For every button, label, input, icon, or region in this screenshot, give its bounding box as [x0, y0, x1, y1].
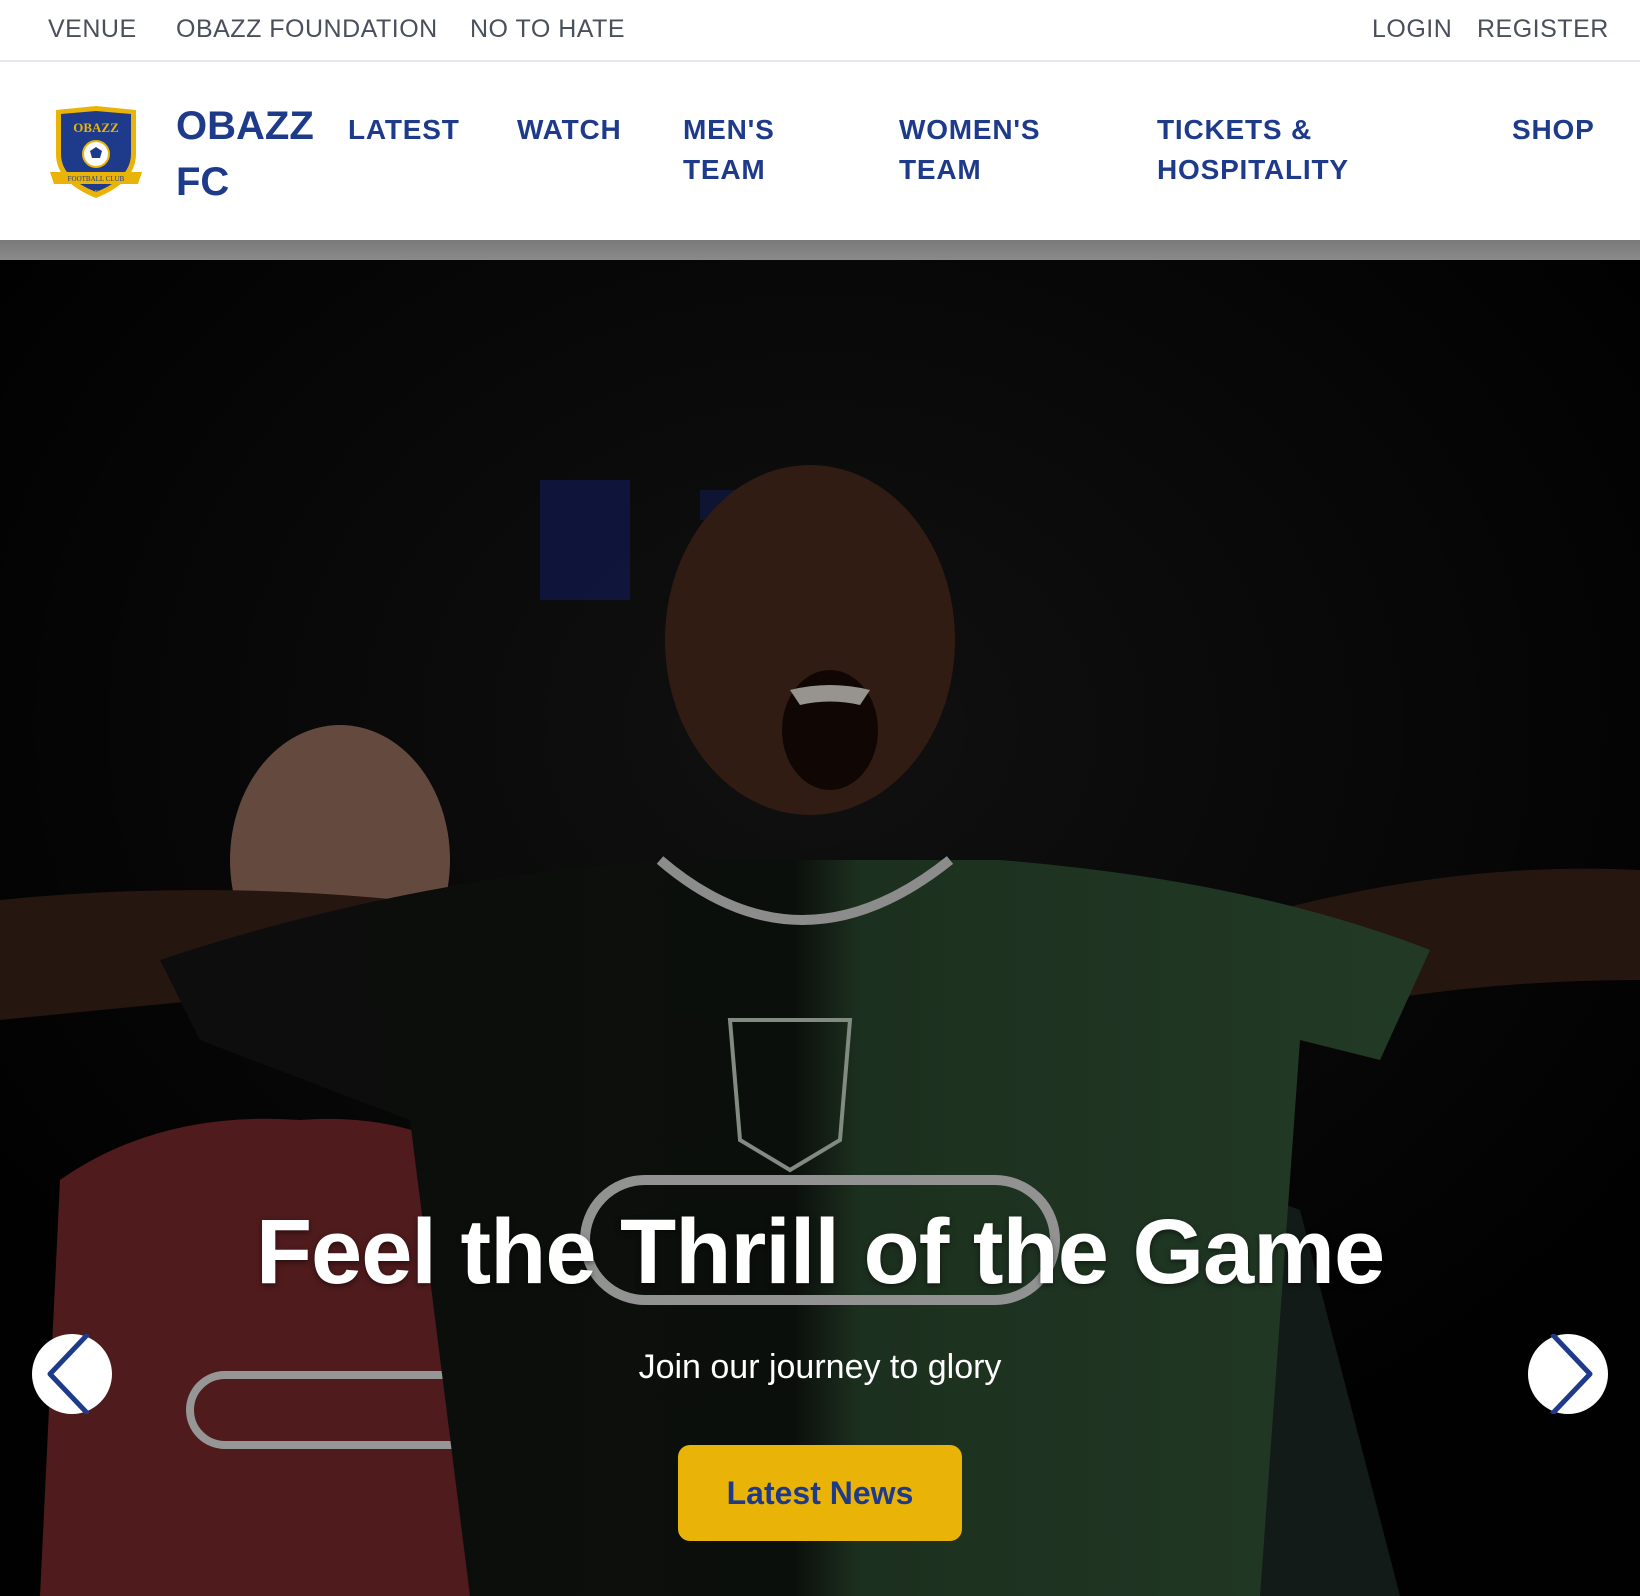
nav-tickets-line2: HOSPITALITY — [1157, 154, 1349, 185]
header-divider — [0, 240, 1640, 260]
crest-bottom-text: O.F.C — [89, 190, 103, 196]
chevron-right-icon — [1550, 1334, 1593, 1414]
login-link[interactable]: LOGIN — [1372, 15, 1452, 44]
nav-womens-team[interactable]: WOMEN'S TEAM — [899, 110, 1040, 190]
nav-tickets-hospitality[interactable]: TICKETS & HOSPITALITY — [1157, 110, 1349, 190]
crest-top-text: OBAZZ — [73, 120, 119, 135]
nav-mens-team-line1: MEN'S — [683, 114, 775, 145]
main-header: OBAZZ FOOTBALL CLUB O.F.C OBAZZ FC LATES… — [0, 62, 1640, 240]
nav-mens-team[interactable]: MEN'S TEAM — [683, 110, 775, 190]
hero-overlay — [0, 260, 1640, 1596]
utility-bar: VENUE OBAZZ FOUNDATION NO TO HATE LOGIN … — [0, 0, 1640, 62]
nav-tickets-line1: TICKETS & — [1157, 114, 1312, 145]
nav-mens-team-line2: TEAM — [683, 154, 766, 185]
nav-shop-label: SHOP — [1512, 114, 1595, 145]
nav-latest-label: LATEST — [348, 114, 460, 145]
nav-watch-label: WATCH — [517, 114, 622, 145]
carousel-next-button[interactable] — [1528, 1334, 1608, 1414]
util-link-foundation[interactable]: OBAZZ FOUNDATION — [176, 15, 438, 44]
util-link-venue[interactable]: VENUE — [48, 15, 137, 44]
util-link-no-to-hate[interactable]: NO TO HATE — [470, 15, 625, 44]
nav-shop[interactable]: SHOP — [1512, 110, 1595, 150]
carousel-prev-button[interactable] — [32, 1334, 112, 1414]
club-name[interactable]: OBAZZ FC — [176, 98, 326, 210]
hero-title: Feel the Thrill of the Game — [255, 1201, 1385, 1303]
latest-news-button[interactable]: Latest News — [678, 1445, 962, 1541]
nav-womens-team-line2: TEAM — [899, 154, 982, 185]
club-crest-logo[interactable]: OBAZZ FOOTBALL CLUB O.F.C — [48, 102, 144, 202]
nav-watch[interactable]: WATCH — [517, 110, 622, 150]
nav-latest[interactable]: LATEST — [348, 110, 460, 150]
crest-banner-text: FOOTBALL CLUB — [68, 175, 125, 183]
register-link[interactable]: REGISTER — [1477, 15, 1609, 44]
nav-womens-team-line1: WOMEN'S — [899, 114, 1041, 145]
hero-subtitle: Join our journey to glory — [638, 1348, 1002, 1386]
club-name-line1: OBAZZ — [176, 104, 314, 148]
club-name-line2: FC — [176, 160, 230, 204]
chevron-left-icon — [47, 1334, 90, 1414]
hero-carousel: Feel the Thrill of the Game Join our jou… — [0, 260, 1640, 1596]
